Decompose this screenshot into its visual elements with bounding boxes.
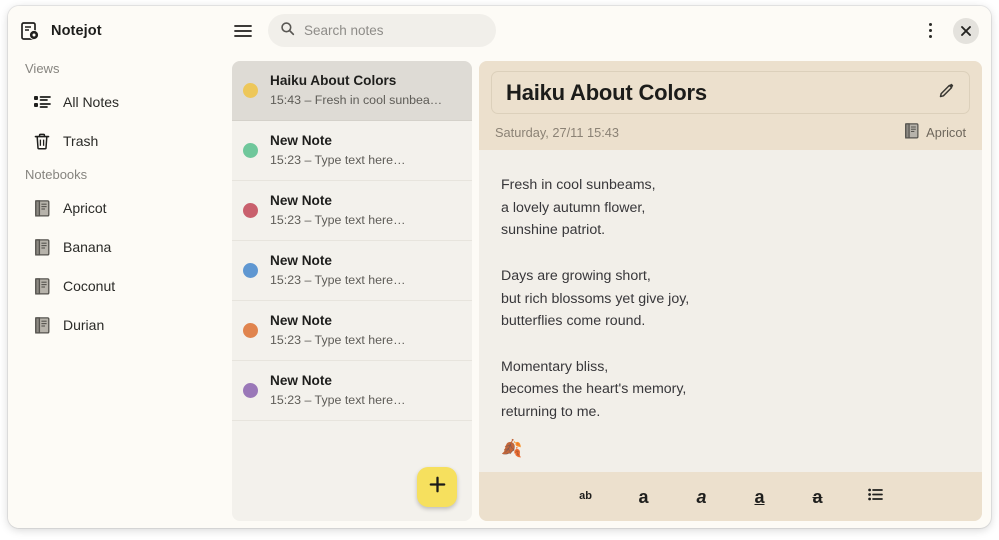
sidebar-item-label: Trash (63, 133, 99, 149)
note-content-text: Fresh in cool sunbeams, a lovely autumn … (501, 177, 690, 421)
close-icon[interactable] (953, 17, 979, 44)
more-vertical-icon[interactable] (917, 18, 943, 44)
notebook-icon (33, 316, 51, 334)
note-item-title: Haiku About Colors (270, 73, 397, 89)
header-left: Notejot (8, 20, 232, 42)
bullet-list-button[interactable] (847, 480, 905, 514)
note-title-input[interactable]: Haiku About Colors (491, 71, 970, 114)
note-list: Haiku About Colors 15:43 – Fresh in cool… (232, 61, 472, 521)
new-note-button[interactable] (417, 467, 457, 507)
trash-icon (33, 132, 51, 150)
note-date: Saturday, 27/11 15:43 (495, 125, 620, 140)
sidebar-item-label: Apricot (63, 200, 107, 216)
notebook-icon (905, 123, 919, 142)
notebook-icon (33, 277, 51, 295)
note-list-panel: Haiku About Colors 15:43 – Fresh in cool… (232, 55, 472, 528)
note-item-subtitle: 15:23 – Type text here… (270, 153, 406, 168)
note-item-subtitle: 15:23 – Type text here… (270, 333, 406, 348)
sidebar: Views All Notes Trash Notebooks Apricot … (8, 55, 232, 528)
sidebar-item-label: Coconut (63, 278, 116, 294)
underline-icon: a (754, 486, 765, 507)
leaf-icon: 🍂 (501, 438, 523, 458)
sidebar-item-label: Banana (63, 239, 112, 255)
format-toolbar: ab a a a a (479, 472, 982, 521)
sidebar-item-coconut[interactable]: Coconut (17, 269, 223, 303)
note-list-item[interactable]: Haiku About Colors 15:43 – Fresh in cool… (232, 61, 472, 121)
hamburger-icon[interactable] (232, 20, 254, 42)
note-item-title: New Note (270, 253, 332, 269)
note-color-dot (243, 383, 258, 398)
format-text-icon: ab (579, 490, 592, 502)
format-text-button[interactable]: ab (557, 480, 615, 514)
note-color-dot (243, 323, 258, 338)
strikethrough-button[interactable]: a (789, 480, 847, 514)
sidebar-item-all-notes[interactable]: All Notes (17, 85, 223, 119)
bold-button[interactable]: a (615, 480, 673, 514)
sidebar-section-notebooks: Notebooks (25, 167, 88, 182)
main-body: Views All Notes Trash Notebooks Apricot … (8, 55, 991, 528)
plus-icon (429, 476, 446, 498)
search-input[interactable]: Search notes (268, 14, 496, 47)
note-item-subtitle: 15:43 – Fresh in cool sunbea… (270, 93, 443, 108)
notebook-name: Apricot (926, 125, 966, 140)
editor-header: Haiku About Colors Saturday, 27/11 15:43 (479, 61, 982, 150)
bullet-list-icon (868, 488, 883, 506)
note-color-dot (243, 263, 258, 278)
note-list-item[interactable]: New Note 15:23 – Type text here… (232, 241, 472, 301)
notebook-selector[interactable]: Apricot (905, 123, 966, 142)
note-color-dot (243, 143, 258, 158)
note-color-dot (243, 83, 258, 98)
note-list-item[interactable]: New Note 15:23 – Type text here… (232, 121, 472, 181)
header-middle: Search notes (232, 14, 496, 47)
sidebar-section-views: Views (25, 61, 60, 76)
sidebar-item-apricot[interactable]: Apricot (17, 191, 223, 225)
note-editor: Haiku About Colors Saturday, 27/11 15:43 (479, 61, 982, 521)
list-icon (33, 93, 51, 111)
search-icon (280, 21, 295, 41)
note-item-subtitle: 15:23 – Type text here… (270, 393, 406, 408)
pencil-icon[interactable] (938, 82, 955, 104)
strikethrough-icon: a (812, 486, 823, 507)
app-title: Notejot (51, 22, 102, 39)
editor-meta-row: Saturday, 27/11 15:43 Apricot (491, 123, 970, 142)
note-item-title: New Note (270, 193, 332, 209)
note-title-value: Haiku About Colors (506, 79, 707, 105)
sidebar-item-durian[interactable]: Durian (17, 308, 223, 342)
italic-button[interactable]: a (673, 480, 731, 514)
note-gear-icon (19, 20, 41, 42)
underline-button[interactable]: a (731, 480, 789, 514)
app-window: Notejot Search notes Views All Notes Tra… (8, 6, 991, 528)
note-list-item[interactable]: New Note 15:23 – Type text here… (232, 301, 472, 361)
sidebar-item-label: Durian (63, 317, 105, 333)
note-list-item[interactable]: New Note 15:23 – Type text here… (232, 181, 472, 241)
sidebar-item-label: All Notes (63, 94, 120, 110)
note-content-area[interactable]: Fresh in cool sunbeams, a lovely autumn … (479, 150, 982, 472)
editor-panel: Haiku About Colors Saturday, 27/11 15:43 (472, 55, 991, 528)
notebook-icon (33, 199, 51, 217)
note-item-title: New Note (270, 313, 332, 329)
header-bar: Notejot Search notes (8, 6, 991, 55)
note-color-dot (243, 203, 258, 218)
note-item-title: New Note (270, 133, 332, 149)
sidebar-item-banana[interactable]: Banana (17, 230, 223, 264)
header-right (917, 17, 991, 44)
note-item-subtitle: 15:23 – Type text here… (270, 273, 406, 288)
note-item-title: New Note (270, 373, 332, 389)
notebook-icon (33, 238, 51, 256)
bold-icon: a (638, 486, 649, 507)
note-item-subtitle: 15:23 – Type text here… (270, 213, 406, 228)
note-list-item[interactable]: New Note 15:23 – Type text here… (232, 361, 472, 421)
sidebar-item-trash[interactable]: Trash (17, 124, 223, 158)
italic-icon: a (696, 486, 707, 507)
search-placeholder: Search notes (304, 23, 384, 38)
